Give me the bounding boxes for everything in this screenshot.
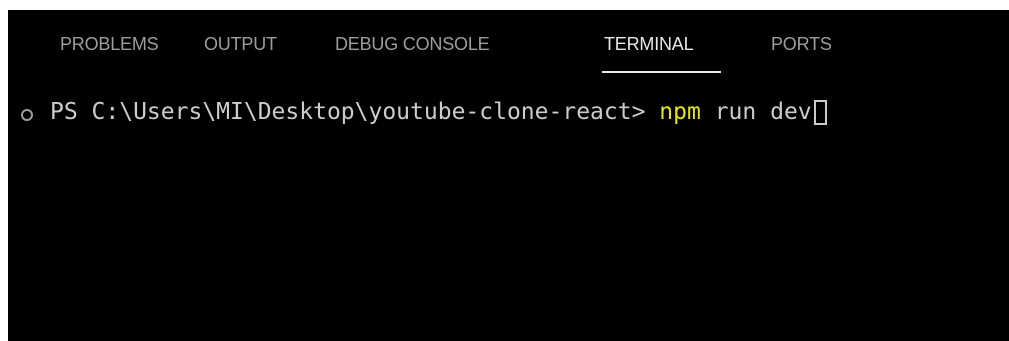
panel-tab-bar: PROBLEMS OUTPUT DEBUG CONSOLE TERMINAL P… (8, 10, 1009, 76)
terminal-cursor (813, 100, 827, 125)
terminal-command: npm (659, 99, 701, 125)
tab-problems[interactable]: PROBLEMS (60, 34, 159, 55)
tab-debug-console[interactable]: DEBUG CONSOLE (335, 34, 490, 55)
terminal-command-args: run dev (714, 99, 812, 125)
terminal-panel: PROBLEMS OUTPUT DEBUG CONSOLE TERMINAL P… (8, 10, 1009, 341)
tab-output[interactable]: OUTPUT (204, 34, 277, 55)
terminal-line-text: PS C:\Users\MI\Desktop\youtube-clone-rea… (50, 99, 827, 125)
tab-terminal[interactable]: TERMINAL (604, 34, 694, 55)
active-tab-indicator (602, 71, 721, 73)
tab-ports[interactable]: PORTS (771, 34, 832, 55)
terminal-line[interactable]: PS C:\Users\MI\Desktop\youtube-clone-rea… (8, 95, 1009, 135)
command-status-icon[interactable] (21, 109, 33, 121)
terminal-prompt: PS C:\Users\MI\Desktop\youtube-clone-rea… (50, 99, 646, 125)
